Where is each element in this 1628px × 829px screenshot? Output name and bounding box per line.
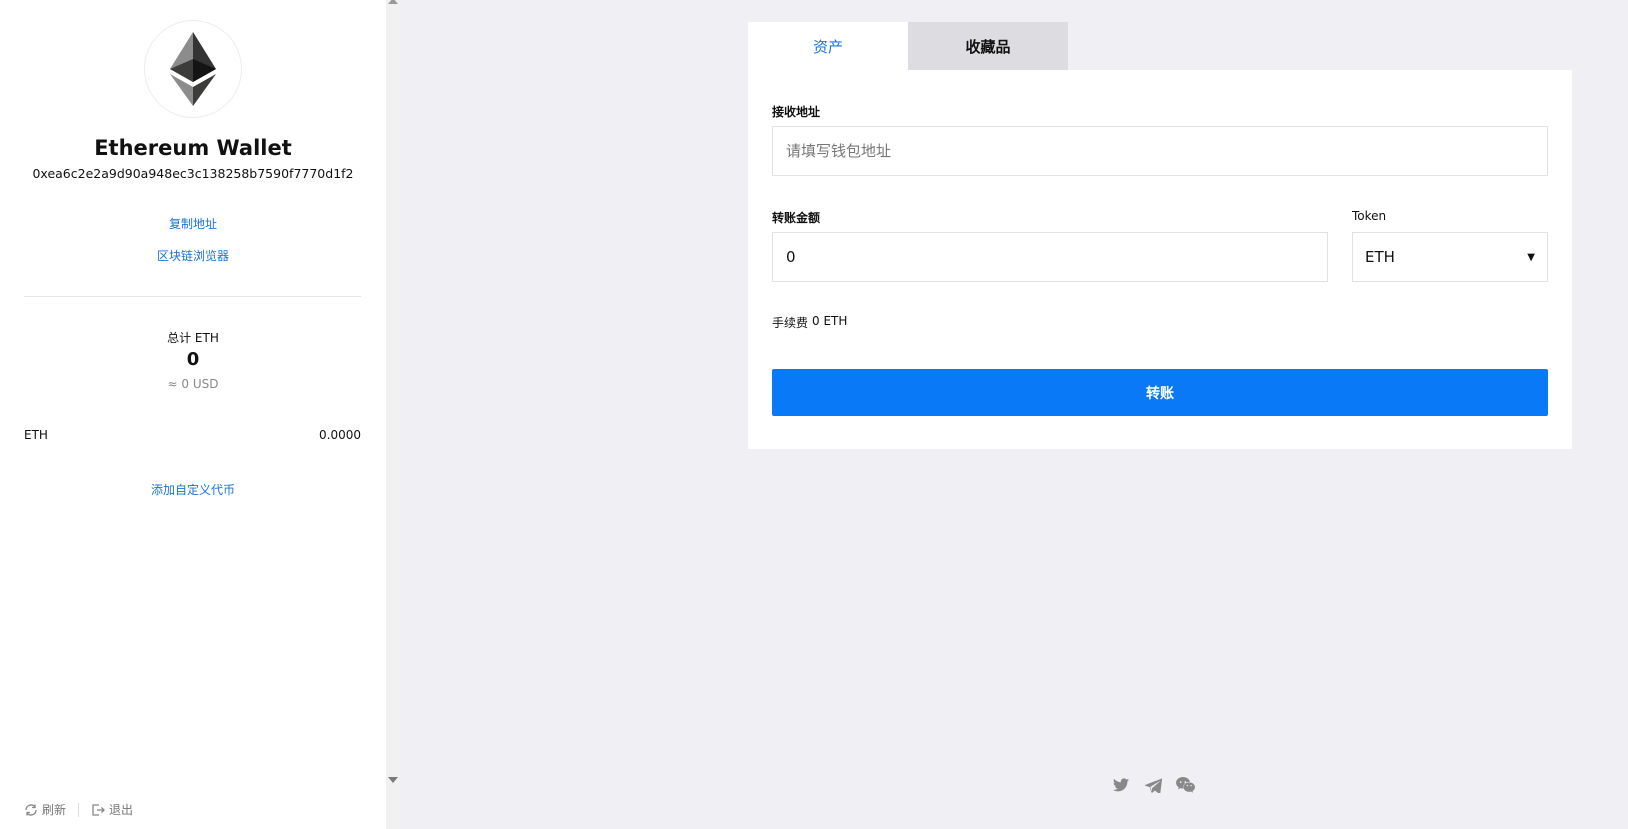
token-balance: 0.0000	[319, 428, 361, 442]
logout-label: 退出	[109, 803, 134, 817]
logout-icon	[92, 803, 105, 816]
sidebar-divider	[24, 296, 361, 297]
fee-label: 手续费	[772, 316, 809, 330]
tab-collectibles[interactable]: 收藏品	[908, 22, 1068, 70]
amount-label: 转账金额	[772, 211, 821, 225]
sidebar-footer: 刷新 退出	[24, 801, 133, 818]
total-eth-label: 总计 ETH	[167, 331, 219, 345]
block-explorer-link[interactable]: 区块链浏览器	[0, 247, 386, 264]
wallet-title: Ethereum Wallet	[94, 136, 292, 160]
social-links	[1111, 775, 1195, 795]
total-eth-value: 0	[186, 349, 200, 370]
app: Ethereum Wallet 0xea6c2e2a9d90a948ec3c13…	[0, 0, 1628, 829]
caret-down-icon: ▼	[1527, 251, 1535, 263]
ethereum-logo-icon	[170, 32, 216, 106]
token-select[interactable]: ETH ▼	[1352, 232, 1548, 282]
token-symbol: ETH	[24, 428, 48, 442]
main-area: 资产 收藏品 接收地址 转账金额 Token ETH ▼ 手续费 0 ETH 转…	[400, 0, 1628, 829]
ethereum-logo	[144, 20, 242, 118]
scroll-up-icon[interactable]	[388, 0, 398, 4]
token-label: Token	[1352, 209, 1387, 223]
refresh-button[interactable]: 刷新	[24, 801, 66, 818]
total-usd-value: ≈ 0 USD	[167, 377, 219, 391]
sidebar-content: Ethereum Wallet 0xea6c2e2a9d90a948ec3c13…	[0, 0, 386, 829]
sidebar: Ethereum Wallet 0xea6c2e2a9d90a948ec3c13…	[0, 0, 400, 829]
logout-button[interactable]: 退出	[91, 801, 133, 818]
telegram-icon[interactable]	[1143, 775, 1163, 795]
copy-address-link[interactable]: 复制地址	[0, 215, 386, 232]
token-select-value: ETH	[1365, 248, 1395, 266]
token-row[interactable]: ETH 0.0000	[24, 428, 361, 446]
scroll-down-icon[interactable]	[388, 777, 398, 783]
tab-bar: 资产 收藏品	[748, 22, 1068, 70]
recipient-address-input[interactable]	[772, 126, 1548, 176]
transfer-panel: 接收地址 转账金额 Token ETH ▼ 手续费 0 ETH 转账	[748, 70, 1572, 449]
refresh-label: 刷新	[42, 803, 67, 817]
fee-row: 手续费 0 ETH	[772, 314, 847, 331]
wallet-address: 0xea6c2e2a9d90a948ec3c138258b7590f7770d1…	[32, 166, 354, 181]
twitter-icon[interactable]	[1111, 775, 1131, 795]
tab-assets[interactable]: 资产	[748, 22, 908, 70]
fee-value: 0 ETH	[812, 314, 848, 328]
recipient-label: 接收地址	[772, 105, 821, 119]
footer-separator	[78, 802, 80, 817]
add-custom-token-link[interactable]: 添加自定义代币	[0, 481, 386, 498]
sidebar-scrollbar[interactable]	[386, 0, 400, 829]
wechat-icon[interactable]	[1175, 775, 1195, 795]
amount-input[interactable]	[772, 232, 1328, 282]
transfer-button[interactable]: 转账	[772, 369, 1548, 416]
refresh-icon	[25, 803, 37, 816]
